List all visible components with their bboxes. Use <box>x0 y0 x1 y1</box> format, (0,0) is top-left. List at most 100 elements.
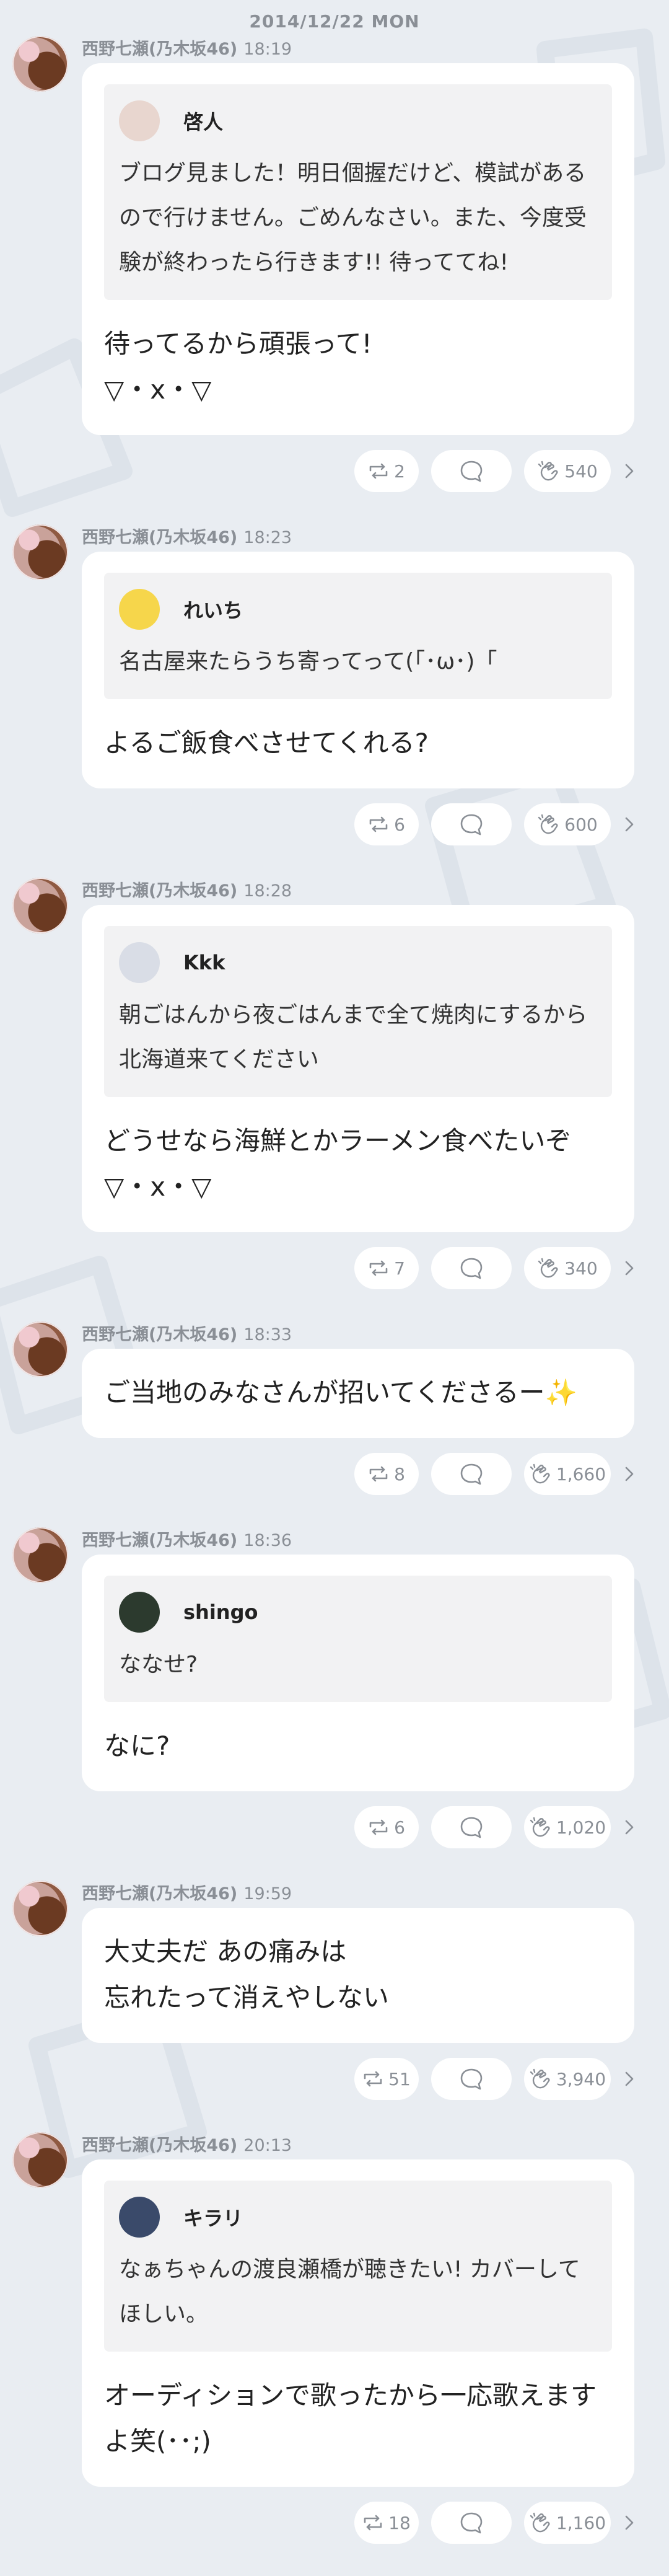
quoted-message[interactable]: shingo ななせ? <box>104 1576 612 1702</box>
quoted-user-name: キラリ <box>183 2207 243 2230</box>
author-avatar[interactable] <box>12 524 68 580</box>
comment-button[interactable] <box>431 1247 512 1289</box>
quoted-user: Kkk <box>119 941 597 984</box>
comment-button[interactable] <box>431 1806 512 1848</box>
comment-icon <box>460 1463 483 1485</box>
message-card[interactable]: Kkk 朝ごはんから夜ごはんまで全て焼肉にするから北海道来てください どうせなら… <box>82 905 634 1232</box>
comment-button[interactable] <box>431 450 512 492</box>
author-name: 西野七瀬(乃木坂46) <box>82 1325 238 1344</box>
quoted-text: ブログ見ました！明日個握だけど、模試があるので行けません。ごめんなさい。また、今… <box>119 161 587 275</box>
retweet-count: 51 <box>388 2068 411 2089</box>
quoted-user: キラリ <box>119 2195 597 2239</box>
message-text: オーディションで歌ったから一応歌えますよ笑(･･;) <box>104 2380 597 2456</box>
author-name: 西野七瀬(乃木坂46) <box>82 1884 238 1903</box>
author-avatar[interactable] <box>12 1881 68 1936</box>
message-card[interactable]: 大丈夫だ あの痛みは 忘れたって消えやしない <box>82 1908 634 2043</box>
quoted-message[interactable]: キラリ なぁちゃんの渡良瀬橋が聴きたい! カバーしてほしい。 <box>104 2181 612 2352</box>
clap-icon <box>538 461 558 481</box>
clap-icon <box>530 2068 550 2089</box>
clap-count: 1,660 <box>556 1463 606 1484</box>
author-avatar[interactable] <box>12 878 68 933</box>
retweet-button[interactable]: 6 <box>354 1806 419 1848</box>
clap-button[interactable]: 600 <box>524 803 611 845</box>
message-text: よるご飯食べさせてくれる? <box>104 728 429 758</box>
author-avatar[interactable] <box>12 1321 68 1377</box>
post-actions: 6 1,020 <box>82 1799 634 1856</box>
clap-button[interactable]: 340 <box>524 1247 611 1289</box>
quoted-user: 啓人 <box>119 99 597 143</box>
retweet-count: 6 <box>394 1817 405 1838</box>
retweet-button[interactable]: 7 <box>354 1247 419 1289</box>
quoted-message[interactable]: Kkk 朝ごはんから夜ごはんまで全て焼肉にするから北海道来てください <box>104 926 612 1097</box>
clap-icon <box>530 1817 550 1837</box>
message-card[interactable]: 啓人 ブログ見ました！明日個握だけど、模試があるので行けません。ごめんなさい。ま… <box>82 63 634 435</box>
more-button[interactable] <box>613 2070 634 2088</box>
quoted-text: 名古屋来たらうち寄ってって(「･ω･)「 <box>119 649 497 674</box>
retweet-button[interactable]: 18 <box>354 2502 419 2544</box>
post-time: 18:23 <box>243 528 292 547</box>
clap-button[interactable]: 1,160 <box>524 2502 611 2544</box>
quoted-user-avatar <box>119 100 160 141</box>
post: 西野七瀬(乃木坂46) 18:33 ご当地のみなさんが招いてくださるー✨ 8 1,… <box>0 1321 669 1502</box>
retweet-button[interactable]: 2 <box>354 450 419 492</box>
quoted-message[interactable]: 啓人 ブログ見ました！明日個握だけど、模試があるので行けません。ごめんなさい。ま… <box>104 84 612 300</box>
comment-icon <box>460 2512 483 2534</box>
chevron-right-icon <box>625 464 634 479</box>
post-meta: 西野七瀬(乃木坂46) 19:59 <box>82 1881 634 1908</box>
author-name: 西野七瀬(乃木坂46) <box>82 528 238 547</box>
chevron-right-icon <box>625 2071 634 2086</box>
post-meta: 西野七瀬(乃木坂46) 18:19 <box>82 36 634 63</box>
quoted-message[interactable]: れいち 名古屋来たらうち寄ってって(「･ω･)「 <box>104 573 612 699</box>
post-time: 20:13 <box>243 2136 292 2155</box>
clap-button[interactable]: 1,020 <box>524 1806 611 1848</box>
message-card[interactable]: ご当地のみなさんが招いてくださるー✨ <box>82 1349 634 1438</box>
message-card[interactable]: キラリ なぁちゃんの渡良瀬橋が聴きたい! カバーしてほしい。 オーディションで歌… <box>82 2159 634 2487</box>
author-name: 西野七瀬(乃木坂46) <box>82 1531 238 1550</box>
retweet-button[interactable]: 8 <box>354 1453 419 1495</box>
chevron-right-icon <box>625 2515 634 2530</box>
message-text: 待ってるから頑張って! ▽・x・▽ <box>104 329 372 405</box>
retweet-button[interactable]: 6 <box>354 803 419 845</box>
comment-button[interactable] <box>431 2058 512 2100</box>
date-header: 2014/12/22 MON <box>249 11 420 32</box>
post-actions: 8 1,660 <box>82 1445 634 1502</box>
clap-button[interactable]: 3,940 <box>524 2058 611 2100</box>
retweet-icon <box>364 2071 382 2087</box>
clap-button[interactable]: 1,660 <box>524 1453 611 1495</box>
post-meta: 西野七瀬(乃木坂46) 20:13 <box>82 2132 634 2159</box>
more-button[interactable] <box>613 1259 634 1277</box>
more-button[interactable] <box>613 2514 634 2531</box>
more-button[interactable] <box>613 1465 634 1483</box>
post: 西野七瀬(乃木坂46) 18:23 れいち 名古屋来たらうち寄ってって(「･ω･)… <box>0 524 669 853</box>
quoted-user-name: shingo <box>183 1600 258 1624</box>
author-name: 西野七瀬(乃木坂46) <box>82 2136 238 2155</box>
post-actions: 51 3,940 <box>82 2050 634 2107</box>
comment-icon <box>460 814 483 836</box>
retweet-icon <box>364 2515 382 2531</box>
clap-count: 1,160 <box>556 2512 606 2533</box>
quoted-text: なぁちゃんの渡良瀬橋が聴きたい! カバーしてほしい。 <box>119 2257 580 2327</box>
quoted-user: れいち <box>119 588 597 631</box>
quoted-user-avatar <box>119 589 160 630</box>
quoted-user-avatar <box>119 2197 160 2238</box>
post-actions: 6 600 <box>82 796 634 853</box>
comment-button[interactable] <box>431 803 512 845</box>
author-avatar[interactable] <box>12 2132 68 2188</box>
clap-icon <box>530 1463 550 1484</box>
comment-icon <box>460 1258 483 1279</box>
retweet-count: 6 <box>394 814 405 835</box>
retweet-icon <box>369 816 388 832</box>
author-avatar[interactable] <box>12 1527 68 1583</box>
message-card[interactable]: shingo ななせ? なに? <box>82 1555 634 1791</box>
quoted-text: 朝ごはんから夜ごはんまで全て焼肉にするから北海道来てください <box>119 1002 588 1072</box>
clap-button[interactable]: 540 <box>524 450 611 492</box>
more-button[interactable] <box>613 462 634 480</box>
comment-button[interactable] <box>431 1453 512 1495</box>
author-avatar[interactable] <box>12 36 68 92</box>
comment-button[interactable] <box>431 2502 512 2544</box>
retweet-count: 7 <box>394 1258 405 1279</box>
more-button[interactable] <box>613 1819 634 1836</box>
message-card[interactable]: れいち 名古屋来たらうち寄ってって(「･ω･)「 よるご飯食べさせてくれる? <box>82 552 634 788</box>
retweet-button[interactable]: 51 <box>354 2058 419 2100</box>
more-button[interactable] <box>613 816 634 833</box>
